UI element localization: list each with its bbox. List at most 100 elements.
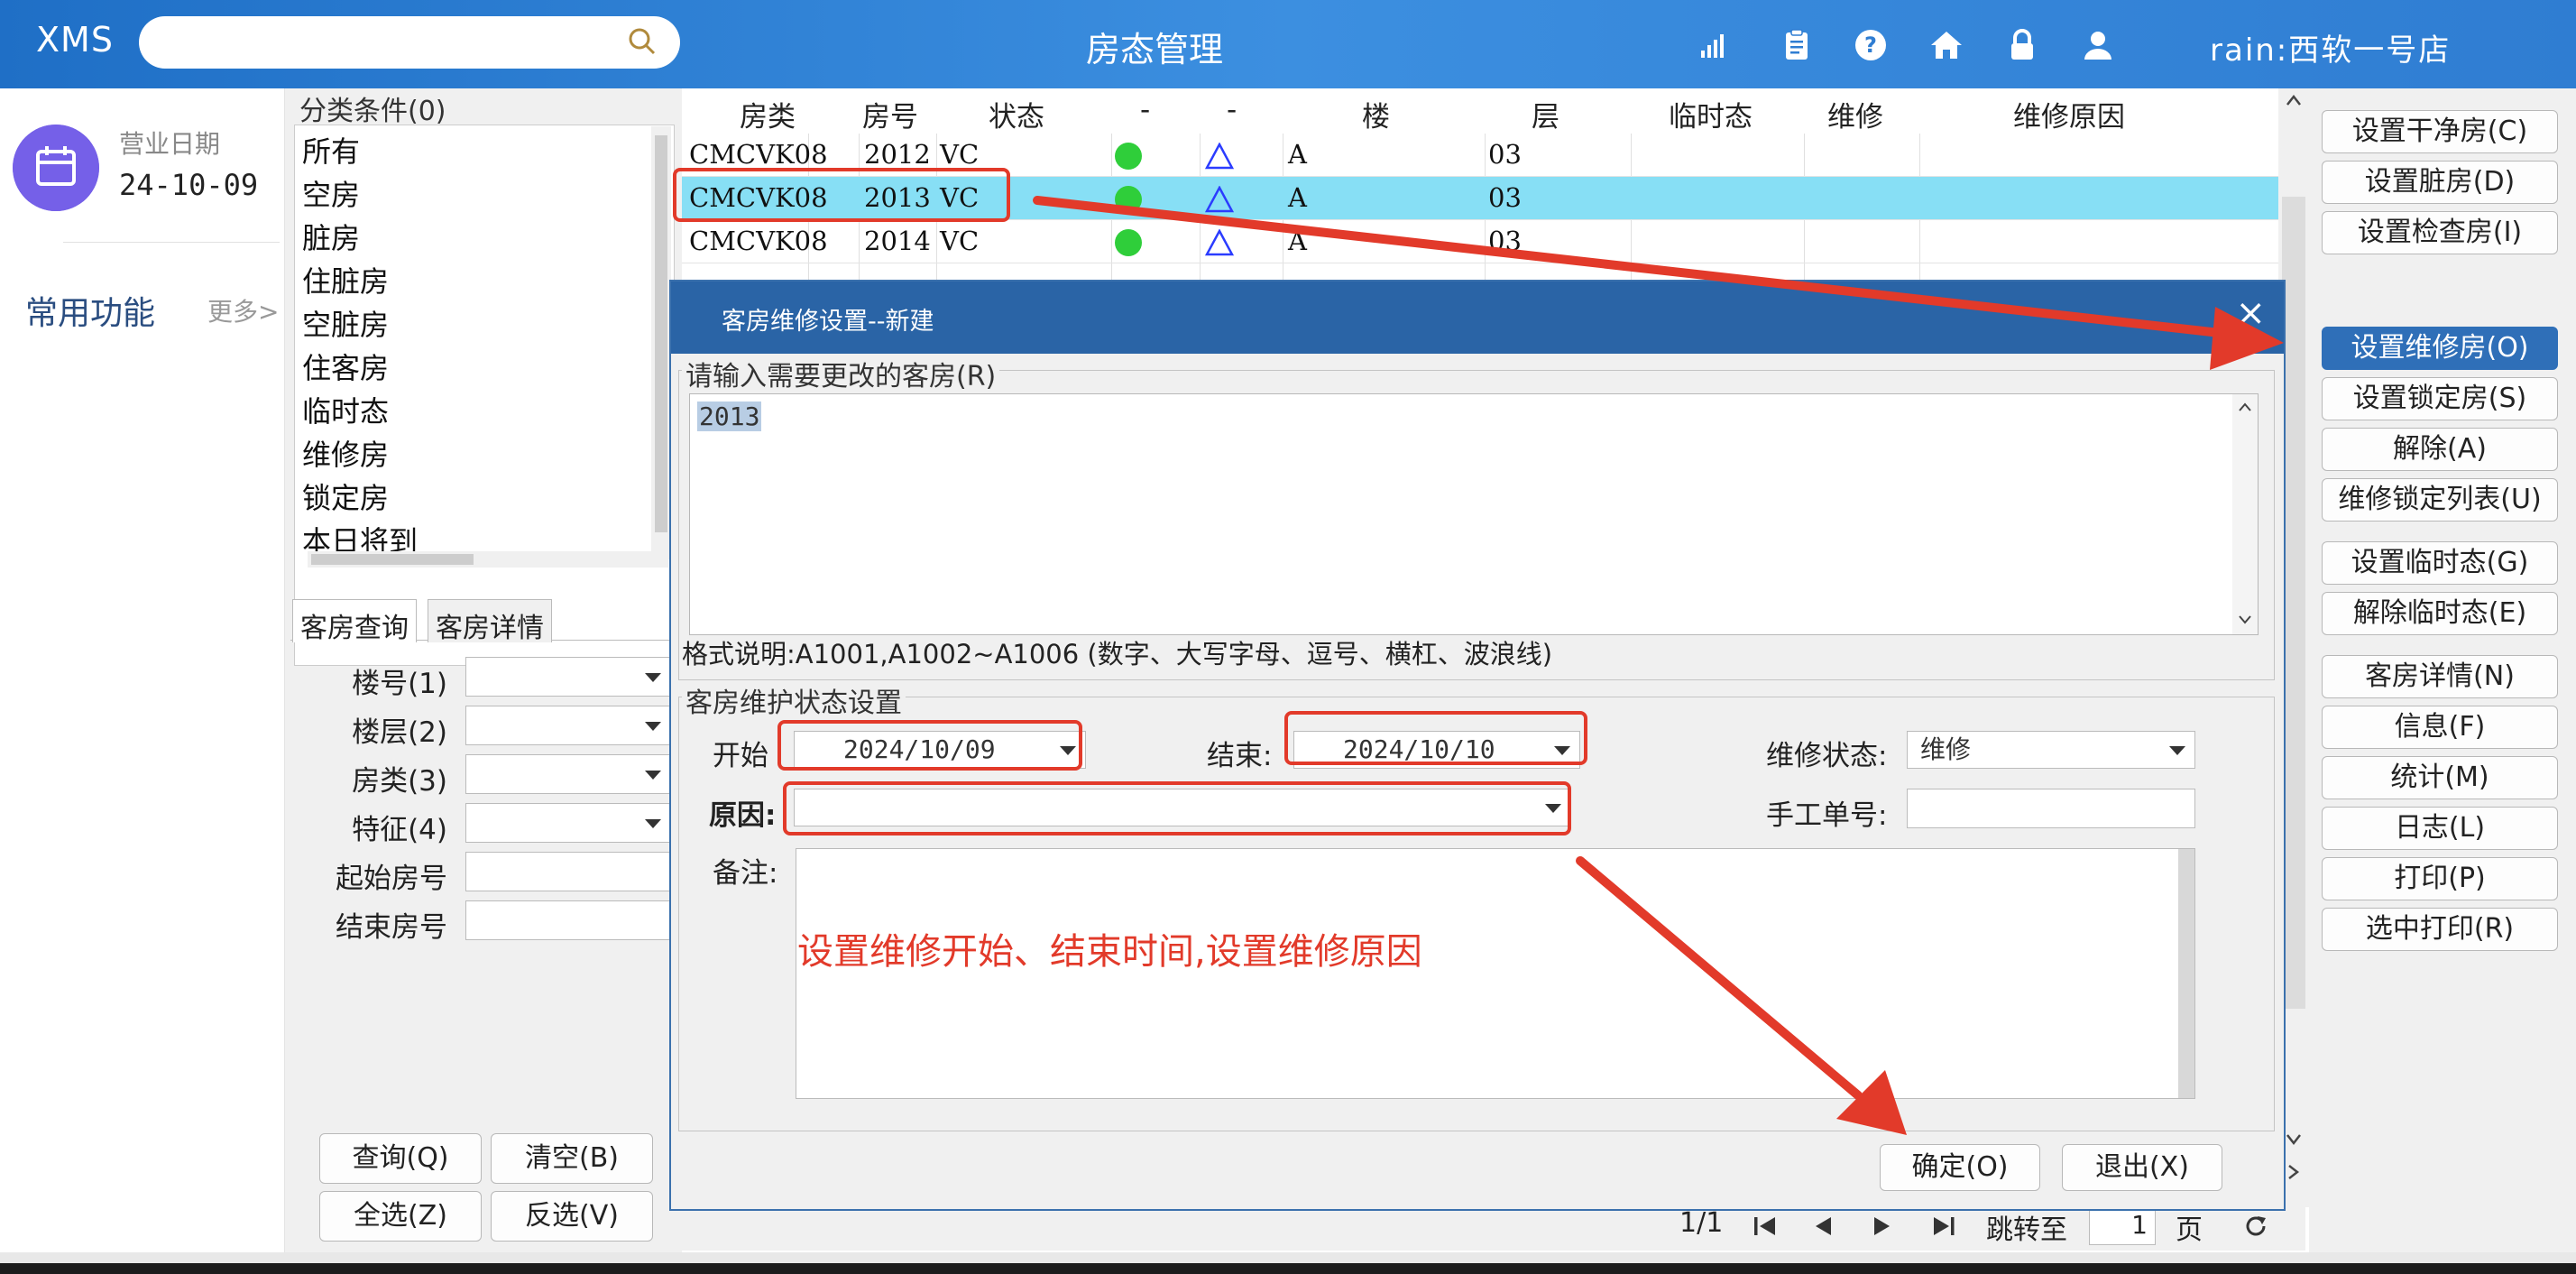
category-item[interactable]: 临时态 [302,389,389,430]
exit-button[interactable]: 退出(X) [2062,1144,2222,1191]
column-header[interactable]: 状态 [989,94,1044,134]
category-item[interactable]: 所有 [302,129,360,171]
category-item[interactable]: 脏房 [302,216,360,257]
lock-icon[interactable] [2004,27,2040,63]
log-button[interactable]: 日志(L) [2322,807,2558,850]
manual-number-input[interactable] [1907,789,2195,828]
chevron-down-icon [645,722,661,731]
column-header[interactable]: 维修 [1827,94,1883,134]
table-row[interactable]: CMCVK08 2014 VC A 03 [682,220,2278,263]
rooms-textarea[interactable]: 2013 [689,393,2259,635]
next-page-icon[interactable] [1871,1214,1894,1238]
set-clean-button[interactable]: 设置干净房(C) [2322,110,2558,153]
room-details-button[interactable]: 客房详情(N) [2322,655,2558,698]
floor-cell: 03 [1488,226,1522,256]
set-maintenance-button[interactable]: 设置维修房(O) [2322,327,2558,370]
page-unit-label: 页 [2176,1214,2203,1246]
user-icon[interactable] [2080,27,2116,63]
release-button[interactable]: 解除(A) [2322,428,2558,471]
help-icon[interactable]: ? [1853,27,1889,63]
reason-label: 原因: [709,799,777,832]
tab-room-details[interactable]: 客房详情 [428,599,552,644]
status-group-title: 客房维护状态设置 [682,680,906,720]
scroll-up-icon[interactable] [2286,94,2302,106]
column-header[interactable]: 房类 [740,94,796,134]
column-header[interactable]: 层 [1532,94,1559,134]
set-inspected-button[interactable]: 设置检查房(I) [2322,211,2558,254]
category-item[interactable]: 锁定房 [302,475,389,517]
signal-icon[interactable] [1696,27,1732,63]
home-icon[interactable] [1928,27,1964,63]
tab-room-query[interactable]: 客房查询 [292,599,417,644]
category-item[interactable]: 住客房 [302,346,389,387]
dialog-title: 客房维修设置--新建 [722,308,934,336]
scroll-down-icon[interactable] [2238,614,2252,625]
scroll-down-icon[interactable] [2286,1133,2302,1146]
category-hscrollbar[interactable] [308,551,668,568]
start-date-label: 开始 [713,740,768,772]
feature-select[interactable] [465,803,671,843]
search-icon[interactable] [628,27,657,56]
current-user-label[interactable]: rain:西软一号店 [2210,25,2451,69]
query-tab-bar: 客房查询 客房详情 [290,594,678,644]
rooms-group-title: 请输入需要更改的客房(R) [682,354,1000,393]
manual-number-label: 手工单号: [1766,799,1888,832]
floor-select[interactable] [465,706,671,745]
close-icon[interactable]: × [2235,292,2266,334]
room-type-select[interactable] [465,754,671,794]
more-link[interactable]: 更多> [207,292,279,328]
feature-label: 特征(4) [352,814,447,846]
category-list: 所有 空房 脏房 住脏房 空脏房 住客房 临时态 维修房 锁定房 本日将到 [294,125,675,666]
column-header[interactable]: 楼 [1362,94,1390,134]
maintenance-status-select[interactable]: 维修 [1907,731,2195,769]
set-dirty-button[interactable]: 设置脏房(D) [2322,161,2558,204]
clear-button[interactable]: 清空(B) [491,1133,653,1184]
column-header[interactable]: - [1227,94,1237,126]
release-temporary-button[interactable]: 解除临时态(E) [2322,592,2558,635]
category-item[interactable]: 维修房 [302,432,389,474]
clipboard-icon[interactable] [1779,27,1815,63]
category-vscrollbar[interactable] [651,126,671,559]
select-all-button[interactable]: 全选(Z) [319,1191,482,1242]
print-selected-button[interactable]: 选中打印(R) [2322,908,2558,951]
rooms-scrollbar[interactable] [2232,394,2258,634]
prev-page-icon[interactable] [1811,1214,1835,1238]
room-type-label: 房类(3) [352,765,447,798]
info-button[interactable]: 信息(F) [2322,706,2558,749]
triangle-icon [1205,229,1234,256]
end-room-label: 结束房号 [336,911,447,944]
column-header[interactable]: - [1140,94,1150,126]
ok-button[interactable]: 确定(O) [1880,1144,2040,1191]
end-room-input[interactable] [465,900,671,940]
remark-label: 备注: [713,857,778,890]
maintenance-lock-list-button[interactable]: 维修锁定列表(U) [2322,478,2558,522]
start-room-input[interactable] [465,852,671,891]
invert-selection-button[interactable]: 反选(V) [491,1191,653,1242]
search-input[interactable] [139,16,680,69]
column-header[interactable]: 房号 [862,94,918,134]
set-temporary-button[interactable]: 设置临时态(G) [2322,541,2558,585]
set-locked-button[interactable]: 设置锁定房(S) [2322,377,2558,420]
triangle-icon [1205,186,1234,213]
last-page-icon[interactable] [1930,1214,1957,1238]
building-select[interactable] [465,657,671,697]
query-button[interactable]: 查询(Q) [319,1133,482,1184]
triangle-icon [1205,143,1234,170]
highlight-start-date [777,720,1082,771]
statistics-button[interactable]: 统计(M) [2322,756,2558,799]
first-page-icon[interactable] [1752,1214,1779,1238]
page-indicator: 1/1 [1679,1207,1724,1239]
refresh-icon[interactable] [2242,1213,2269,1240]
print-button[interactable]: 打印(P) [2322,857,2558,900]
column-header[interactable]: 临时态 [1669,94,1753,134]
category-item[interactable]: 空房 [302,172,360,214]
scroll-right-icon[interactable] [2287,1164,2300,1180]
dialog-titlebar[interactable]: 客房维修设置--新建 × [671,282,2284,354]
scroll-up-icon[interactable] [2238,402,2252,412]
remark-scrollbar[interactable] [2178,849,2194,1098]
category-item[interactable]: 住脏房 [302,259,389,300]
page-jump-input[interactable]: 1 [2089,1205,2156,1245]
category-item[interactable]: 空脏房 [302,302,389,344]
format-note: 格式说明:A1001,A1002~A1006 (数字、大写字母、逗号、横杠、波浪… [682,639,1553,669]
column-header[interactable]: 维修原因 [2013,94,2125,134]
